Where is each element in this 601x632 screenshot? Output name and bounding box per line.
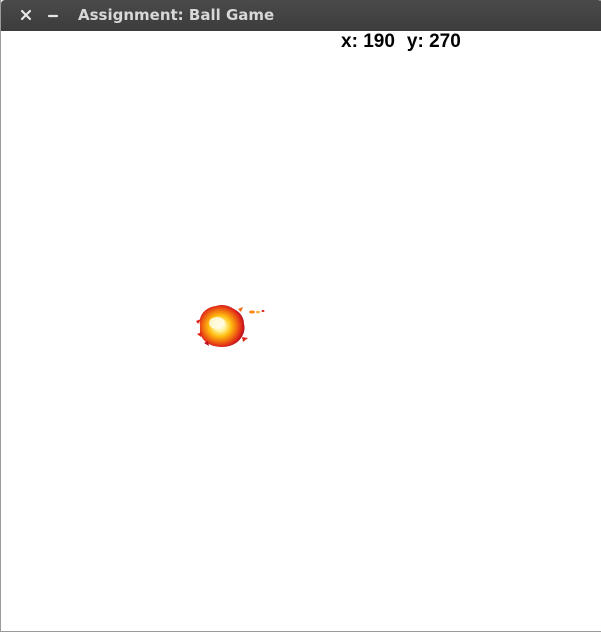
game-canvas[interactable]: x: 190 y: 270 [2, 31, 601, 631]
coordinate-readout: x: 190 y: 270 [341, 31, 461, 53]
minimize-button[interactable] [42, 4, 64, 26]
minimize-icon [47, 14, 59, 18]
close-icon [20, 9, 32, 21]
title-bar[interactable]: Assignment: Ball Game [1, 0, 601, 31]
close-button[interactable] [15, 4, 37, 26]
window-title: Assignment: Ball Game [78, 6, 275, 24]
app-window: Assignment: Ball Game x: 190 y: 270 [0, 0, 601, 632]
fireball-sprite[interactable] [192, 301, 272, 357]
x-label: x: [341, 31, 358, 52]
fireball-icon [196, 305, 265, 347]
x-value: 190 [363, 31, 395, 52]
y-label: y: [406, 31, 424, 52]
y-value: 270 [429, 31, 461, 52]
